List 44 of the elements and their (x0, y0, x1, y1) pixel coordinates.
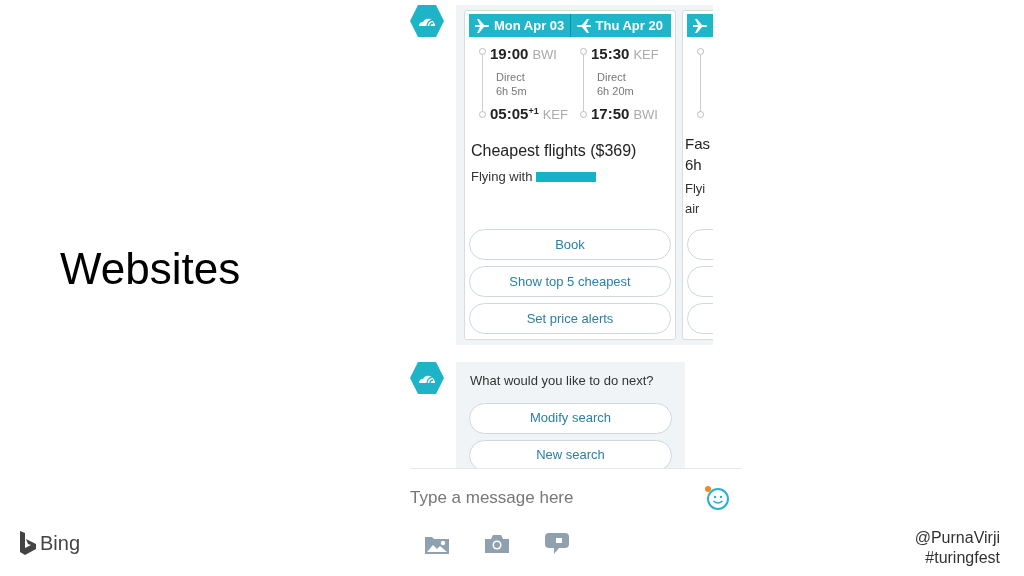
arrival-time: 05:05$^{+1}$ (490, 103, 539, 124)
event-hashtag: #turingfest (925, 548, 1000, 568)
departure-time: 15:30 (591, 44, 630, 64)
airline-label: Flying with (471, 168, 533, 186)
card-heading: Fas (685, 134, 711, 154)
message-text: What would you like to do next? (470, 372, 655, 390)
airport-code: KEF (542, 105, 568, 124)
stops-label: Direct (597, 69, 627, 84)
redaction-bar (536, 171, 597, 182)
duration-label: 6h 20m (597, 83, 635, 98)
departure-time: 19:00 (490, 44, 529, 64)
message-input[interactable]: Type a message here (410, 484, 704, 511)
airport-code: KEF (633, 46, 659, 64)
chat-bubble-icon[interactable] (544, 532, 570, 556)
pill-button[interactable]: Show top 5 cheapest (469, 266, 671, 297)
brand-logo-icon (20, 531, 36, 555)
card-heading: Cheapest flights ($369) (471, 141, 638, 161)
plane-icon (474, 18, 490, 33)
plane-icon (692, 18, 708, 33)
airport-code: BWI (532, 46, 557, 64)
airport-code: BWI (633, 105, 658, 124)
slide-title: Websites (60, 243, 241, 295)
timeline-drawing (697, 48, 704, 118)
plane-icon (575, 18, 592, 33)
bot-avatar-icon (410, 362, 444, 394)
pill-button[interactable]: Set price alerts (469, 303, 671, 334)
stops-label: Direct (496, 69, 526, 84)
date-label: Thu Apr 20 (595, 16, 663, 35)
bot-avatar-icon (410, 5, 444, 37)
pill-button[interactable]: Book (469, 229, 671, 260)
brand-name: Bing (40, 531, 81, 556)
timeline-drawing (479, 48, 486, 118)
date-label: Mon Apr 03 (494, 16, 565, 35)
camera-icon[interactable] (484, 534, 510, 554)
card-heading: 6h (685, 155, 703, 175)
arrival-time: 17:50 (591, 103, 630, 124)
pill-button[interactable]: Modify search (469, 402, 672, 434)
author-handle: @PurnaVirji (914, 528, 1000, 548)
duration-label: 6h 5m (496, 83, 528, 98)
emoji-icon[interactable] (704, 484, 730, 511)
airline-label: air (685, 200, 701, 218)
pill-button[interactable]: New search (469, 439, 672, 468)
airline-label: Flyi (685, 180, 707, 198)
timeline-drawing (580, 48, 587, 118)
